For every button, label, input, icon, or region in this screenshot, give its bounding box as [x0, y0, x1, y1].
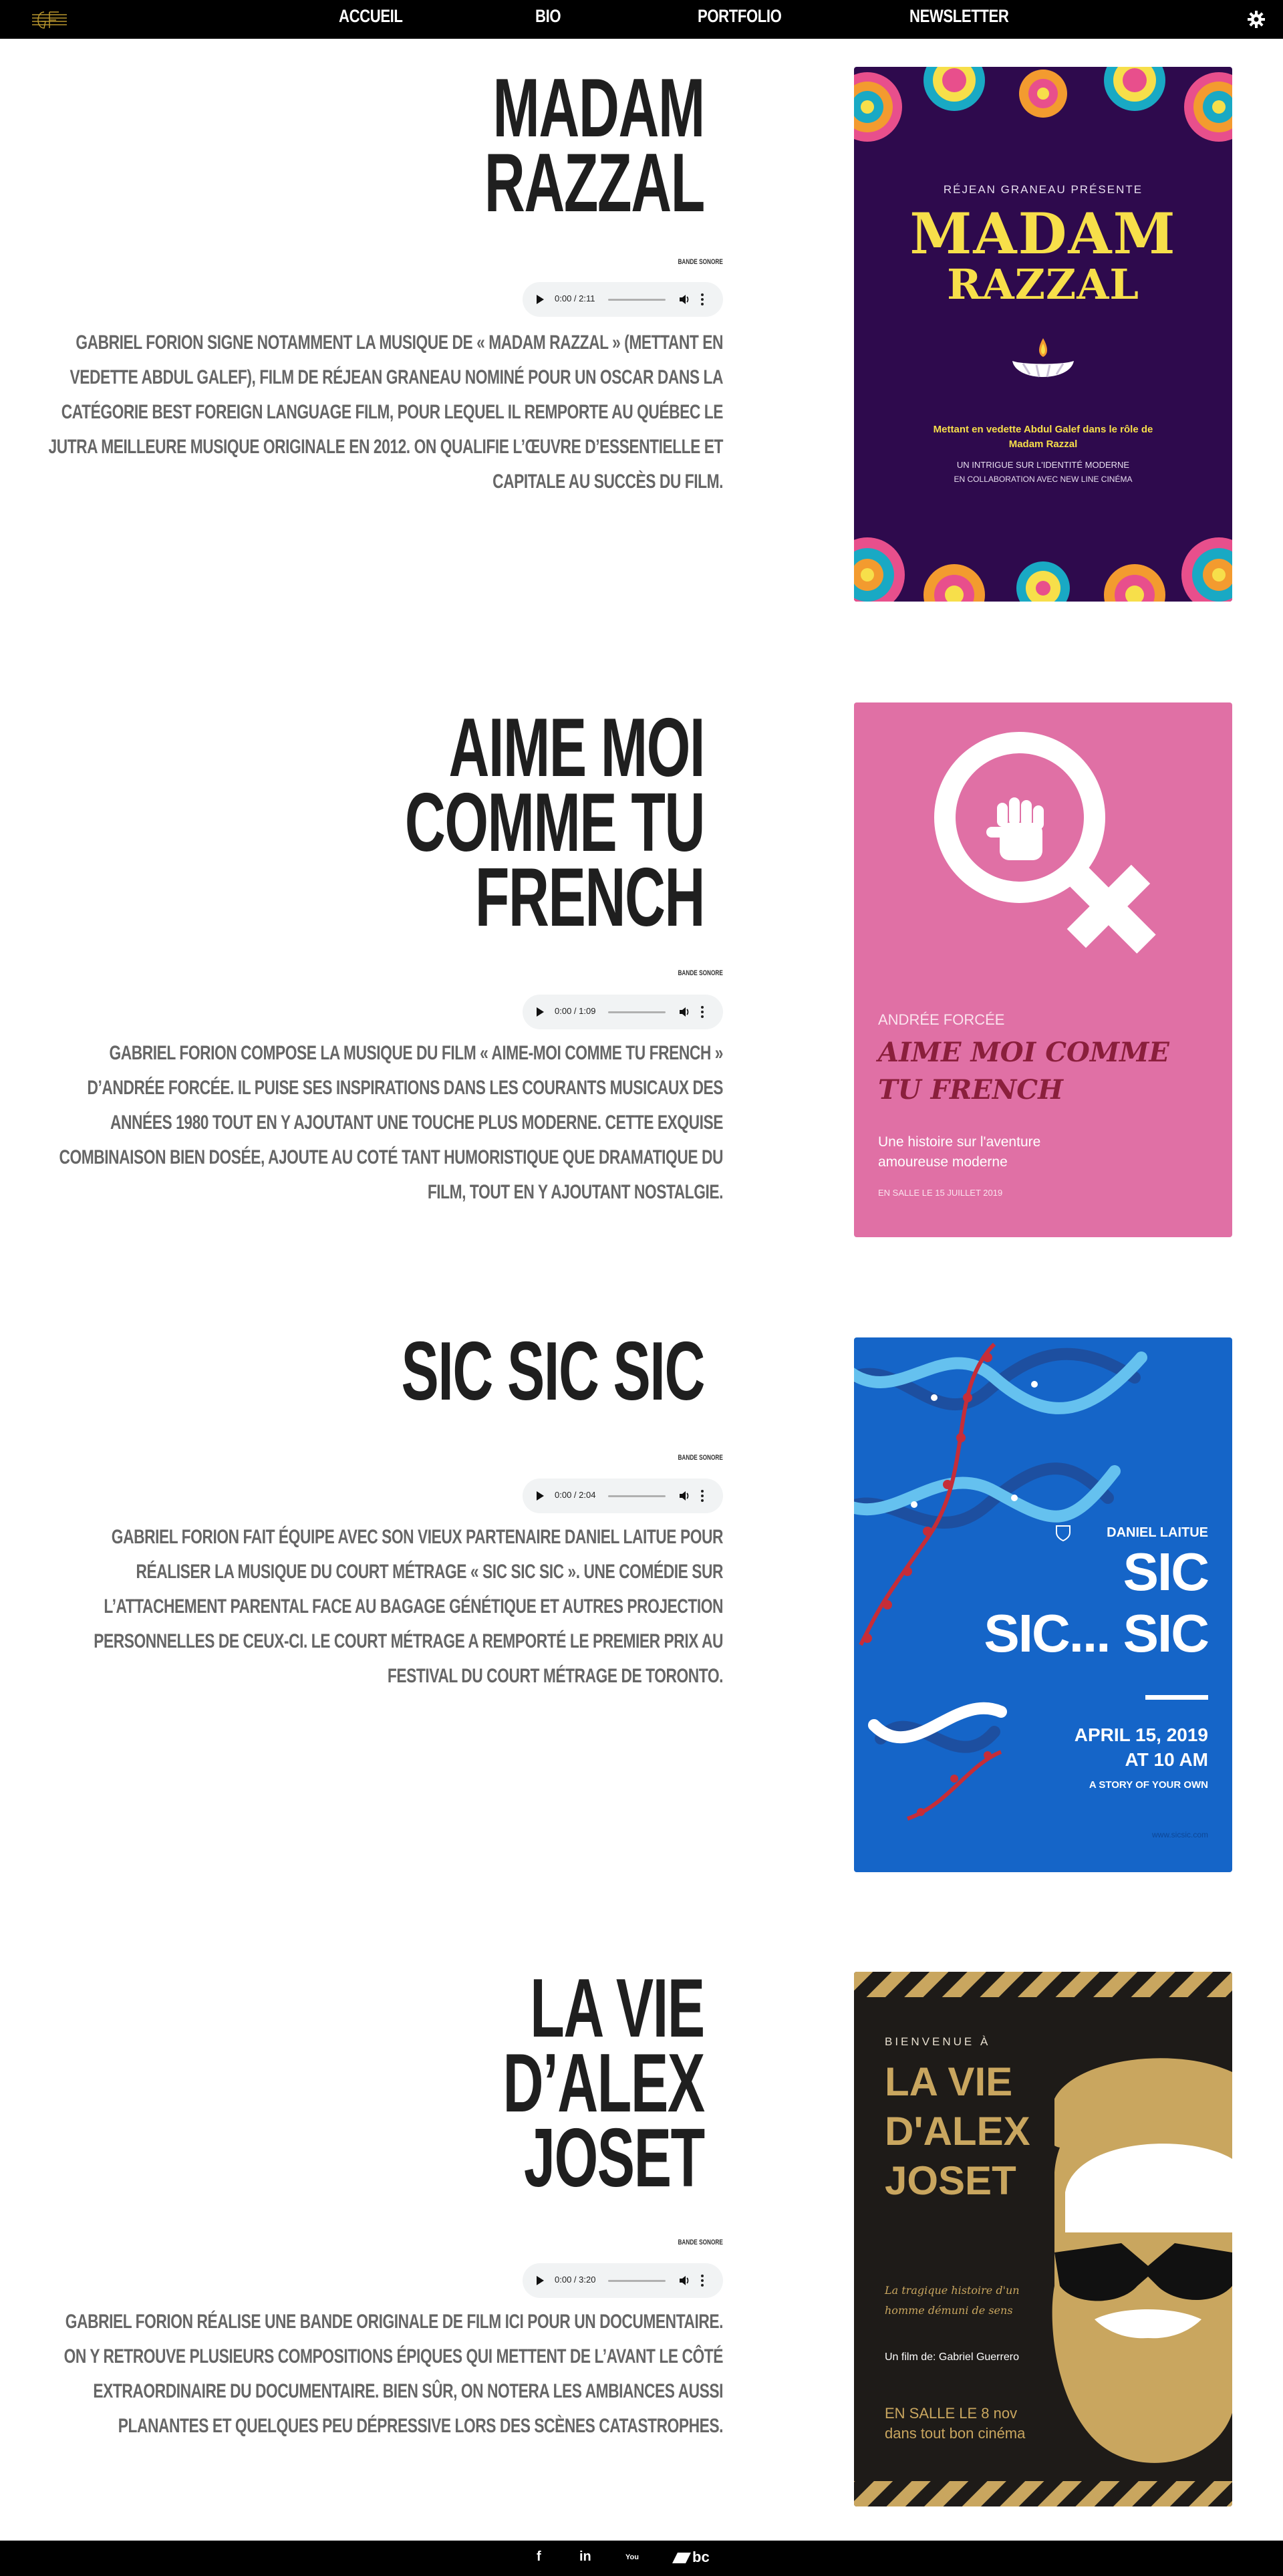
mandala-decoration [854, 67, 1232, 602]
audio-time: 0:00 / 3:20 [555, 2275, 596, 2285]
poster-welcome: BIENVENUE À [885, 2035, 991, 2048]
bande-sonore-label: BANDE SONORE [678, 1454, 723, 1462]
shield-icon [1056, 1525, 1071, 1542]
audio-player[interactable]: 0:00 / 2:04 [523, 1478, 723, 1513]
audio-player[interactable]: 0:00 / 3:20 [523, 2263, 723, 2298]
play-icon[interactable] [537, 1491, 544, 1501]
nav-link-portfolio[interactable]: PORTFOLIO [698, 6, 782, 27]
nav-link-accueil[interactable]: ACCUEIL [339, 6, 403, 27]
poster-tagline: La tragique histoire d'un homme démuni de… [885, 2284, 1020, 2317]
poster-date: APRIL 15, 2019 AT 10 AM [1074, 1724, 1208, 1770]
more-options-icon[interactable] [700, 1489, 704, 1503]
poster-title: LA VIE D'ALEX JOSET [885, 2059, 1030, 2203]
movie-poster-madam-razzal: RÉJEAN GRANEAU PRÉSENTE MADAM RAZZAL Met… [854, 67, 1232, 602]
female-symbol-fist-icon [934, 732, 1156, 954]
divider [1145, 1695, 1208, 1700]
poster-tagline: A STORY OF YOUR OWN [1089, 1779, 1208, 1791]
audio-player[interactable]: 0:00 / 1:09 [523, 995, 723, 1029]
poster-title-line2: RAZZAL [947, 260, 1139, 309]
poster-tagline: UN INTRIGUE SUR L'IDENTITÉ MODERNE [956, 460, 1130, 470]
section-title: SIC SIC SIC [401, 1325, 705, 1418]
audio-progress-track[interactable] [608, 299, 666, 301]
more-options-icon[interactable] [700, 292, 704, 307]
play-icon[interactable] [537, 2276, 544, 2285]
facebook-icon[interactable]: f [537, 2549, 541, 2565]
play-icon[interactable] [537, 295, 544, 304]
poster-title: SIC SIC... SIC [984, 1542, 1209, 1663]
top-navigation-bar: ACCUEIL BIO PORTFOLIO NEWSLETTER [0, 0, 1283, 39]
nav-link-bio[interactable]: BIO [535, 6, 561, 27]
poster-tagline: Une histoire sur l'aventure amoureuse mod… [878, 1134, 1041, 1170]
audio-player[interactable]: 0:00 / 2:11 [523, 282, 723, 317]
poster-title-line1: MADAM [909, 201, 1177, 267]
bande-sonore-label: BANDE SONORE [678, 258, 723, 266]
section-description: GABRIEL FORION SIGNE NOTAMMENT LA MUSIQU… [48, 332, 724, 493]
volume-icon[interactable] [678, 1005, 691, 1019]
poster-release-date: EN SALLE LE 8 nov dans tout bon cinéma [885, 2405, 1026, 2442]
section-description: GABRIEL FORION COMPOSE LA MUSIQUE DU FIL… [59, 1042, 724, 1203]
youtube-icon[interactable]: You [625, 2553, 639, 2561]
linkedin-icon[interactable]: in [579, 2549, 591, 2565]
poster-presenter: RÉJEAN GRANEAU PRÉSENTE [943, 183, 1143, 196]
poster-director: DANIEL LAITUE [1107, 1525, 1208, 1540]
volume-icon[interactable] [678, 1489, 691, 1503]
poster-title: AIME MOI COMME TU FRENCH [878, 1037, 1169, 1106]
bande-sonore-label: BANDE SONORE [678, 2238, 723, 2246]
movie-poster-aime-moi: ANDRÉE FORCÉE AIME MOI COMME TU FRENCH Un… [854, 702, 1232, 1237]
play-icon[interactable] [537, 1007, 544, 1017]
bande-sonore-label: BANDE SONORE [678, 969, 723, 977]
audio-time: 0:00 / 1:09 [555, 1006, 596, 1016]
movie-poster-la-vie-dalex-joset: BIENVENUE À LA VIE D'ALEX JOSET La tragiqu… [854, 1972, 1232, 2506]
section-title: LA VIE D’ALEX JOSET [503, 1962, 705, 2204]
gear-icon[interactable] [1246, 9, 1267, 30]
audio-time: 0:00 / 2:04 [555, 1490, 596, 1500]
footer-bar: f in You bc [0, 2541, 1283, 2576]
more-options-icon[interactable] [700, 2273, 704, 2288]
audio-time: 0:00 / 2:11 [555, 293, 595, 303]
poster-collab: EN COLLABORATION AVEC NEW LINE CINÉMA [954, 475, 1133, 484]
poster-credit: Un film de: Gabriel Guerrero [885, 2351, 1019, 2363]
poster-cast-line: Mettant en vedette Abdul Galef dans le r… [933, 424, 1153, 435]
poster-cast-role: Madam Razzal [1008, 438, 1078, 450]
volume-icon[interactable] [678, 2274, 691, 2287]
more-options-icon[interactable] [700, 1005, 704, 1019]
volume-icon[interactable] [678, 293, 691, 306]
poster-release-date: EN SALLE LE 15 JUILLET 2019 [878, 1188, 1003, 1198]
audio-progress-track[interactable] [608, 2280, 666, 2282]
poster-director: ANDRÉE FORCÉE [878, 1011, 1005, 1028]
section-title: MADAM RAZZAL [484, 62, 705, 229]
audio-progress-track[interactable] [608, 1011, 666, 1013]
audio-progress-track[interactable] [608, 1495, 666, 1497]
poster-url: www.sicsic.com [1151, 1830, 1208, 1839]
logo-icon[interactable] [29, 7, 69, 32]
section-title: AIME MOI COMME TU FRENCH [404, 702, 706, 944]
section-description: GABRIEL FORION RÉALISE UNE BANDE ORIGINA… [63, 2311, 724, 2437]
movie-poster-sic-sic-sic: DANIEL LAITUE SIC SIC... SIC APRIL 15, 20… [854, 1337, 1232, 1872]
nav-link-newsletter[interactable]: NEWSLETTER [909, 6, 1009, 27]
diya-lamp-icon [1012, 338, 1074, 378]
section-description: GABRIEL FORION FAIT ÉQUIPE AVEC SON VIEU… [94, 1526, 724, 1687]
bandcamp-icon[interactable]: bc [672, 2549, 716, 2567]
